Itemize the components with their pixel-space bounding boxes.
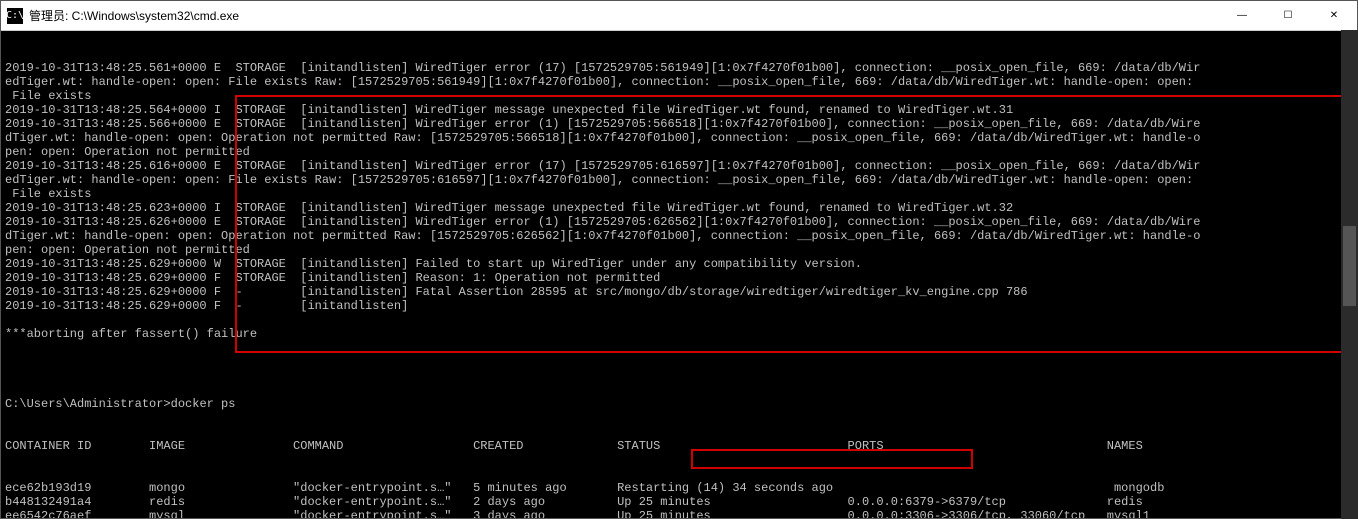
cmd-icon: C:\ [7,8,23,24]
table-header: CONTAINER ID IMAGE COMMAND CREATED STATU… [5,439,1353,453]
scroll-thumb[interactable] [1343,226,1356,306]
table-body: ece62b193d19 mongo "docker-entrypoint.s…… [5,481,1353,518]
log-line [5,355,1353,369]
log-line: edTiger.wt: handle-open: open: File exis… [5,173,1353,187]
log-line: dTiger.wt: handle-open: open: Operation … [5,229,1353,243]
maximize-button[interactable]: ☐ [1265,1,1311,30]
log-line: 2019-10-31T13:48:25.629+0000 F - [initan… [5,285,1353,299]
log-line: 2019-10-31T13:48:25.626+0000 E STORAGE [… [5,215,1353,229]
table-row: ece62b193d19 mongo "docker-entrypoint.s…… [5,481,1353,495]
scrollbar[interactable] [1341,30,1358,519]
log-line: 2019-10-31T13:48:25.616+0000 E STORAGE [… [5,159,1353,173]
prompt-path: C:\Users\Administrator> [5,397,171,411]
log-line: 2019-10-31T13:48:25.561+0000 E STORAGE [… [5,61,1353,75]
log-line: ***aborting after fassert() failure [5,327,1353,341]
log-line: 2019-10-31T13:48:25.566+0000 E STORAGE [… [5,117,1353,131]
log-line: 2019-10-31T13:48:25.629+0000 W STORAGE [… [5,257,1353,271]
table-row: b448132491a4 redis "docker-entrypoint.s…… [5,495,1353,509]
log-line: 2019-10-31T13:48:25.629+0000 F STORAGE [… [5,271,1353,285]
log-line: File exists [5,89,1353,103]
log-line: pen: open: Operation not permitted [5,243,1353,257]
log-line: 2019-10-31T13:48:25.623+0000 I STORAGE [… [5,201,1353,215]
window-controls: — ☐ ✕ [1219,1,1357,30]
titlebar[interactable]: C:\ 管理员: C:\Windows\system32\cmd.exe — ☐… [1,1,1357,31]
log-line: edTiger.wt: handle-open: open: File exis… [5,75,1353,89]
entered-command: docker ps [171,397,236,411]
minimize-button[interactable]: — [1219,1,1265,30]
log-line: 2019-10-31T13:48:25.629+0000 F - [initan… [5,299,1353,313]
cmd-window: C:\ 管理员: C:\Windows\system32\cmd.exe — ☐… [0,0,1358,519]
close-button[interactable]: ✕ [1311,1,1357,30]
log-line: File exists [5,187,1353,201]
window-title: 管理员: C:\Windows\system32\cmd.exe [29,7,1219,24]
log-line [5,341,1353,355]
log-line [5,313,1353,327]
terminal-output[interactable]: 2019-10-31T13:48:25.561+0000 E STORAGE [… [1,31,1357,518]
log-line: dTiger.wt: handle-open: open: Operation … [5,131,1353,145]
log-line: 2019-10-31T13:48:25.564+0000 I STORAGE [… [5,103,1353,117]
table-row: ee6542c76aef mysql "docker-entrypoint.s…… [5,509,1353,518]
log-output: 2019-10-31T13:48:25.561+0000 E STORAGE [… [5,61,1353,369]
prompt-line-1: C:\Users\Administrator>docker ps [5,397,1353,411]
log-line: pen: open: Operation not permitted [5,145,1353,159]
